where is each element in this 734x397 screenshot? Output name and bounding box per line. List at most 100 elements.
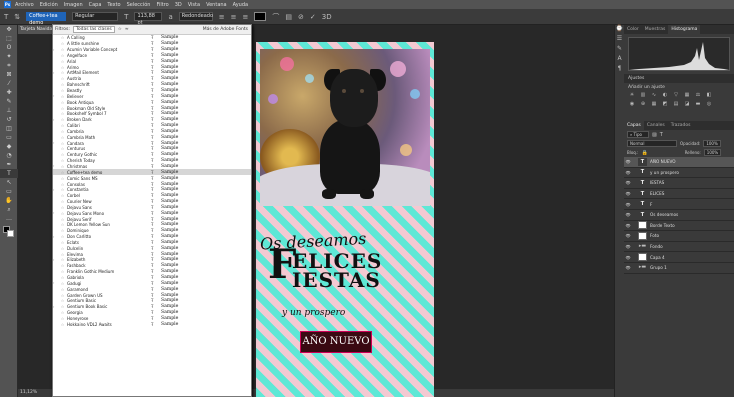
invert-icon[interactable]: ◩ — [661, 101, 669, 107]
photo-filter-icon[interactable]: ◉ — [628, 101, 636, 107]
gradient-tool-icon[interactable]: ▭ — [0, 133, 18, 142]
color-chips[interactable] — [0, 223, 17, 239]
vibrance-icon[interactable]: ▽ — [672, 92, 680, 98]
mixer-icon[interactable]: ⊕ — [639, 101, 647, 107]
favorite-star-icon[interactable]: ☆ — [58, 310, 67, 315]
favorite-star-icon[interactable]: ☆ — [58, 182, 67, 187]
healing-brush-icon[interactable]: ✚ — [0, 88, 18, 97]
layer-row[interactable]: 👁 T F — [624, 199, 734, 210]
menu-item[interactable]: Vista — [188, 2, 200, 8]
favorite-star-icon[interactable]: ☆ — [58, 35, 67, 40]
visibility-eye-icon[interactable]: 👁 — [624, 212, 632, 217]
gradient-map-icon[interactable]: ▬ — [694, 101, 702, 107]
background-color[interactable] — [7, 230, 14, 237]
balance-icon[interactable]: ⚖ — [694, 92, 702, 98]
visibility-eye-icon[interactable]: 👁 — [624, 202, 632, 207]
favorite-star-icon[interactable]: ☆ — [58, 106, 67, 111]
favorite-star-icon[interactable]: ☆ — [58, 164, 67, 169]
favorite-star-icon[interactable]: ☆ — [58, 269, 67, 274]
panel-tab[interactable]: Color — [624, 25, 642, 34]
layer-row[interactable]: 👁 ▸▬ Fondo — [624, 242, 734, 253]
favorite-star-icon[interactable]: ☆ — [58, 304, 67, 309]
favorite-star-icon[interactable]: ☆ — [58, 263, 67, 268]
magic-wand-icon[interactable]: ✦ — [0, 52, 18, 61]
visibility-eye-icon[interactable]: 👁 — [624, 255, 632, 260]
paragraph-icon[interactable]: ¶ — [615, 65, 624, 75]
layer-kind-filter[interactable]: ⌕ Tipo — [627, 131, 649, 138]
panel-tab[interactable]: Histograma — [668, 25, 701, 34]
favorite-star-icon[interactable]: ☆ — [58, 176, 67, 181]
text-color-swatch[interactable] — [254, 12, 267, 21]
brightness-icon[interactable]: ☀ — [628, 92, 636, 98]
align-left-icon[interactable]: ≡ — [219, 13, 225, 21]
favorite-star-icon[interactable]: ☆ — [58, 76, 67, 81]
panel-tab[interactable]: Trazados — [668, 121, 694, 130]
bw-icon[interactable]: ◧ — [705, 92, 713, 98]
favorite-star-icon[interactable]: ☆ — [58, 298, 67, 303]
favorite-star-icon[interactable]: ☆ — [58, 88, 67, 93]
layer-row[interactable]: 👁 Borde Texto — [624, 221, 734, 232]
posterize-icon[interactable]: ▤ — [672, 101, 680, 107]
visibility-eye-icon[interactable]: 👁 — [624, 265, 632, 270]
antialias-select[interactable]: Redondeado — [178, 12, 213, 21]
blur-tool-icon[interactable]: ◆ — [0, 142, 18, 151]
favorite-star-icon[interactable]: ☆ — [58, 65, 67, 70]
text-fiestas[interactable]: IESTAS — [292, 268, 381, 292]
visibility-eye-icon[interactable]: 👁 — [624, 191, 632, 196]
text-tool-icon[interactable]: T — [4, 13, 8, 21]
blend-mode-select[interactable]: Normal — [627, 140, 677, 147]
font-size-field[interactable]: 113,88 pt — [134, 12, 163, 26]
shape-tool-icon[interactable]: ▭ — [0, 187, 18, 196]
brush-tool-icon[interactable]: ✎ — [0, 97, 18, 106]
favorite-star-icon[interactable]: ☆ — [58, 94, 67, 99]
text-tool-icon[interactable]: T — [0, 169, 18, 178]
panel-tab[interactable]: Canales — [644, 121, 668, 130]
exposure-icon[interactable]: ◐ — [661, 92, 669, 98]
threshold-icon[interactable]: ◪ — [683, 101, 691, 107]
favorite-star-icon[interactable]: ☆ — [58, 228, 67, 233]
favorite-star-icon[interactable]: ☆ — [58, 146, 67, 151]
path-select-icon[interactable]: ↖ — [0, 178, 18, 187]
favorite-star-icon[interactable]: ☆ — [58, 111, 67, 116]
favorite-star-icon[interactable]: ☆ — [58, 82, 67, 87]
favorite-star-icon[interactable]: ☆ — [58, 170, 67, 175]
3d-icon[interactable]: 3D — [322, 13, 332, 21]
marquee-tool-icon[interactable]: ⬚ — [0, 34, 18, 43]
favorite-star-icon[interactable]: ☆ — [58, 275, 67, 280]
orientation-icon[interactable]: ⇅ — [14, 13, 20, 21]
favorite-star-icon[interactable]: ☆ — [58, 117, 67, 122]
menu-item[interactable]: Texto — [107, 2, 120, 8]
favorite-star-icon[interactable]: ☆ — [58, 141, 67, 146]
favorite-star-icon[interactable]: ☆ — [58, 53, 67, 58]
stamp-tool-icon[interactable]: ⊥ — [0, 106, 18, 115]
lock-icon[interactable]: 🔒 — [641, 150, 647, 156]
favorite-star-icon[interactable]: ☆ — [58, 316, 67, 321]
filter-classes-select[interactable]: Todas las clases — [72, 26, 115, 33]
character-icon[interactable]: A — [615, 55, 624, 65]
favorite-star-icon[interactable]: ☆ — [58, 240, 67, 245]
hue-icon[interactable]: ▦ — [683, 92, 691, 98]
menu-item[interactable]: Ayuda — [233, 2, 248, 8]
pen-tool-icon[interactable]: ✒ — [0, 160, 18, 169]
panels-icon[interactable]: ▤ — [285, 13, 292, 21]
adjustments-title[interactable]: Ajustes — [624, 74, 734, 83]
layer-row[interactable]: 👁 T Os deseamos — [624, 210, 734, 221]
hand-tool-icon[interactable]: ✋ — [0, 196, 18, 205]
visibility-eye-icon[interactable]: 👁 — [624, 180, 632, 185]
favorite-star-icon[interactable]: ☆ — [58, 287, 67, 292]
layer-row[interactable]: 👁 Ty un prospero — [624, 168, 734, 179]
selective-color-icon[interactable]: ◎ — [705, 101, 713, 107]
favorite-star-icon[interactable]: ☆ — [58, 246, 67, 251]
filter-text-icon[interactable]: T — [660, 132, 663, 138]
menu-item[interactable]: Archivo — [15, 2, 34, 8]
font-style-select[interactable]: Regular — [72, 12, 119, 21]
align-right-icon[interactable]: ≡ — [242, 13, 248, 21]
lookup-icon[interactable]: ▦ — [650, 101, 658, 107]
panel-tab[interactable]: Muestras — [642, 25, 669, 34]
favorites-filter-icon[interactable]: ☆ — [118, 27, 122, 32]
visibility-eye-icon[interactable]: 👁 — [624, 170, 632, 175]
menu-item[interactable]: Selección — [127, 2, 151, 8]
filter-pixel-icon[interactable]: ▨ — [652, 132, 657, 138]
menu-item[interactable]: Edición — [40, 2, 58, 8]
similar-fonts-icon[interactable]: ≈ — [125, 27, 129, 32]
